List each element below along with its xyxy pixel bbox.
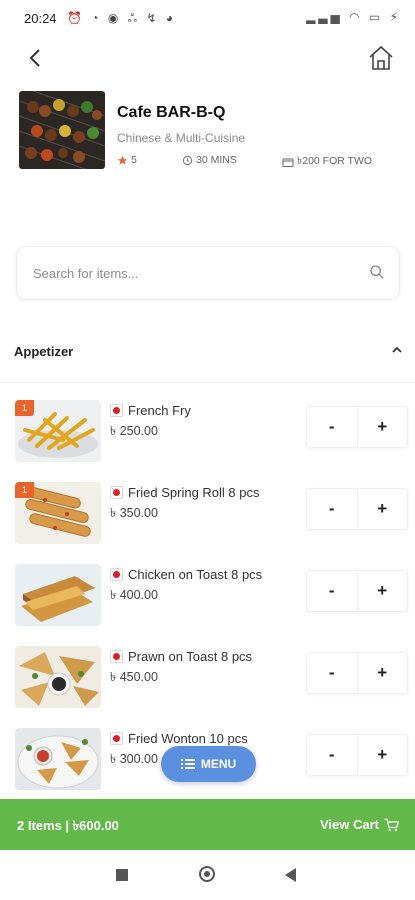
restaurant-name: Cafe BAR-B-Q <box>117 104 226 121</box>
restaurant-cuisine: Chinese & Multi-Cuisine <box>117 131 246 145</box>
item-name: French Fry <box>128 403 191 418</box>
non-veg-icon <box>110 568 123 581</box>
status-time: 20:24 <box>24 11 57 26</box>
increase-button[interactable]: + <box>356 571 408 611</box>
back-system-button[interactable] <box>285 868 296 882</box>
view-cart-button[interactable]: View Cart <box>320 817 399 832</box>
cart-bar[interactable]: 2 Items | ৳600.00 View Cart <box>0 799 415 850</box>
item-price: ৳ 400.00 <box>110 588 158 602</box>
star-icon <box>117 155 128 165</box>
increase-button[interactable]: + <box>356 407 408 447</box>
notification-icons: ⏰ ◔ ◉ ஃ ↯ ◕ <box>67 11 177 25</box>
chevron-up-icon[interactable] <box>391 344 403 356</box>
restaurant-rating: 5 <box>117 154 137 166</box>
quantity-stepper: - + <box>306 734 408 776</box>
view-cart-label: View Cart <box>319 817 379 832</box>
non-veg-icon <box>110 404 123 417</box>
quantity-badge: 1 <box>15 482 34 498</box>
restaurant-delivery-time: 30 MINS <box>182 154 237 166</box>
item-image <box>15 728 101 790</box>
non-veg-icon <box>110 732 123 745</box>
item-name: Fried Spring Roll 8 pcs <box>128 485 260 500</box>
wallet-icon <box>282 158 294 167</box>
back-arrow-icon <box>29 49 40 67</box>
home-icon <box>369 45 393 70</box>
item-image <box>15 646 101 708</box>
system-status-icons: ▂▃▅ ◠ ▭ ⚡ <box>306 10 401 24</box>
menu-button-label: MENU <box>200 757 237 771</box>
menu-item: Prawn on Toast 8 pcs ৳ 450.00 - + <box>0 646 415 728</box>
clock-icon <box>182 155 193 165</box>
item-price: ৳ 250.00 <box>110 424 158 438</box>
item-image: 1 <box>15 400 101 462</box>
item-name: Fried Wonton 10 pcs <box>128 731 248 746</box>
list-icon <box>180 759 195 769</box>
menu-item: 1 French Fry ৳ 250.00 - + <box>0 400 415 482</box>
non-veg-icon <box>110 486 123 499</box>
delivery-time-value: 30 MINS <box>196 154 237 166</box>
increase-button[interactable]: + <box>356 653 408 693</box>
item-price: ৳ 300.00 <box>110 752 158 766</box>
category-header[interactable]: Appetizer <box>0 322 415 383</box>
increase-button[interactable]: + <box>356 735 408 775</box>
decrease-button[interactable]: - <box>307 489 357 529</box>
cart-summary: 2 Items | ৳600.00 <box>17 818 119 833</box>
item-name: Chicken on Toast 8 pcs <box>128 567 263 582</box>
quantity-stepper: - + <box>306 406 408 448</box>
back-button[interactable] <box>24 46 46 70</box>
home-button[interactable] <box>367 44 395 72</box>
search-input[interactable] <box>31 261 355 285</box>
decrease-button[interactable]: - <box>307 571 357 611</box>
system-navigation-bar <box>0 850 415 900</box>
menu-item: Chicken on Toast 8 pcs ৳ 400.00 - + <box>0 564 415 646</box>
rating-value: 5 <box>131 154 137 166</box>
recents-button[interactable] <box>116 869 128 881</box>
cart-icon <box>384 818 399 831</box>
decrease-button[interactable]: - <box>307 735 357 775</box>
search-icon[interactable] <box>369 264 385 280</box>
quantity-badge: 1 <box>15 400 34 416</box>
category-title: Appetizer <box>14 344 74 359</box>
menu-item: 1 Fried Spring Roll 8 pcs ৳ 350.00 - + <box>0 482 415 564</box>
restaurant-image <box>19 91 105 169</box>
item-price: ৳ 450.00 <box>110 670 158 684</box>
status-bar: 20:24 ⏰ ◔ ◉ ஃ ↯ ◕ ▂▃▅ ◠ ▭ ⚡ <box>0 0 415 36</box>
menu-button[interactable]: MENU <box>161 746 256 782</box>
increase-button[interactable]: + <box>356 489 408 529</box>
quantity-stepper: - + <box>306 570 408 612</box>
item-image <box>15 564 101 626</box>
cost-value: ৳200 FOR TWO <box>297 155 373 167</box>
decrease-button[interactable]: - <box>307 653 357 693</box>
quantity-stepper: - + <box>306 652 408 694</box>
item-name: Prawn on Toast 8 pcs <box>128 649 253 664</box>
decrease-button[interactable]: - <box>307 407 357 447</box>
non-veg-icon <box>110 650 123 663</box>
quantity-stepper: - + <box>306 488 408 530</box>
search-box <box>16 246 400 300</box>
item-price: ৳ 350.00 <box>110 506 158 520</box>
item-image: 1 <box>15 482 101 544</box>
restaurant-cost: ৳200 FOR TWO <box>282 154 372 171</box>
home-system-button[interactable] <box>199 866 215 882</box>
